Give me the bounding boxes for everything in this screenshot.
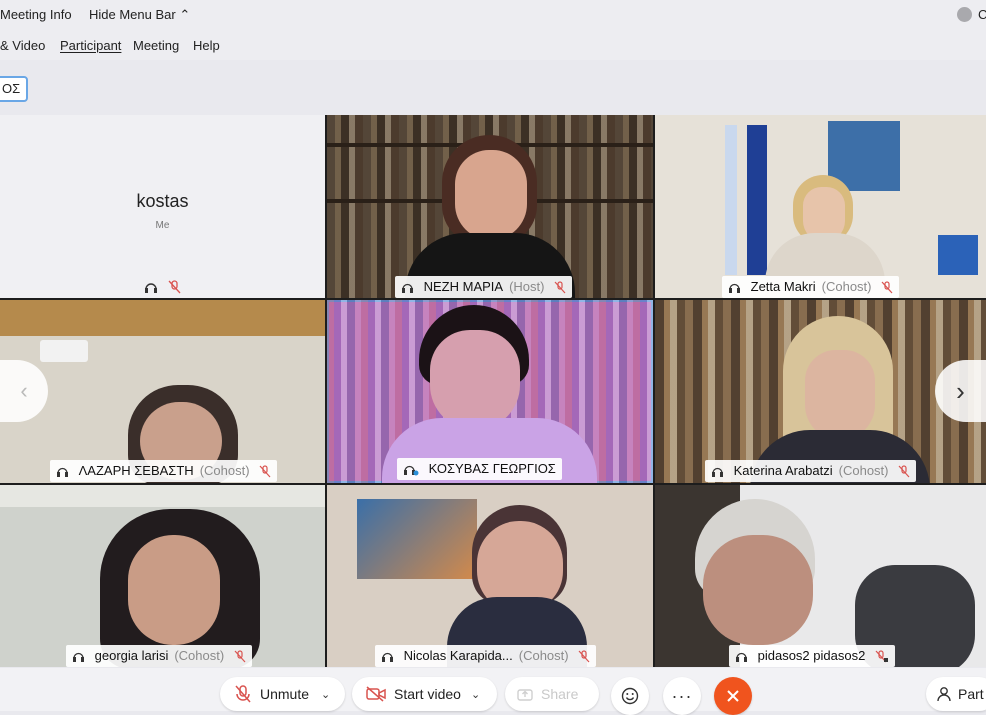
- topbar-right-text: C: [978, 7, 986, 22]
- menu-item-participant[interactable]: Participant: [60, 38, 121, 53]
- chevron-right-icon: ›: [956, 375, 965, 406]
- control-bar: Unmute ⌄ Start video ⌄ Share ··· Part: [0, 668, 986, 715]
- end-meeting-button[interactable]: [714, 677, 752, 715]
- headphones-speaking-icon: [404, 465, 419, 476]
- settings-icon[interactable]: [957, 7, 972, 22]
- participant-name: Zetta Makri: [750, 279, 816, 294]
- name-label-nezi-maria: ΝΕΖΗ ΜΑΡΙΑ (Host): [395, 276, 573, 298]
- flag-eu: [747, 125, 767, 275]
- unmute-label: Unmute: [260, 686, 310, 702]
- participant-role: (Cohost): [174, 648, 225, 663]
- share-icon: [517, 689, 533, 701]
- participant-name: Nicolas Karapida...: [403, 648, 513, 663]
- participant-sub-kostas: Me: [155, 220, 170, 231]
- hide-menu-bar-button[interactable]: Hide Menu Bar ⌃: [89, 7, 190, 23]
- name-label-zetta-makri: Zetta Makri (Cohost): [722, 276, 900, 298]
- chevron-down-icon[interactable]: ⌄: [321, 688, 330, 701]
- headphones-icon: [736, 652, 747, 663]
- tile-zetta-makri[interactable]: Zetta Makri (Cohost): [655, 115, 986, 298]
- start-video-button[interactable]: Start video ⌄: [352, 677, 497, 711]
- participant-role: (Cohost): [838, 463, 889, 478]
- participant-role: (Host): [509, 279, 545, 294]
- mic-muted-icon: [259, 465, 271, 478]
- tile-kostas[interactable]: kostas Me: [0, 115, 325, 298]
- tile-georgia-larisi[interactable]: georgia larisi (Cohost): [0, 485, 325, 667]
- share-button[interactable]: Share: [505, 677, 599, 711]
- video-grid: kostas Me ΝΕΖΗ ΜΑΡΙΑ (Host) Zetta Makri (C…: [0, 115, 986, 667]
- person-icon: [937, 687, 951, 702]
- hide-menu-bar-label: Hide Menu Bar: [89, 7, 176, 22]
- headphones-icon: [729, 283, 740, 294]
- wall: [0, 485, 325, 507]
- headphones-icon: [145, 283, 157, 293]
- headphones-icon: [712, 467, 723, 478]
- chevron-down-icon[interactable]: ⌄: [471, 688, 480, 701]
- mic-muted-icon: [881, 281, 893, 294]
- mic-muted-icon: [168, 280, 181, 294]
- top-bar: Meeting Info Hide Menu Bar ⌃ C: [0, 0, 986, 30]
- smiley-icon: [621, 687, 639, 705]
- name-label-kosyvas-georgios: ΚΟΣΥΒΑΣ ΓΕΩΡΓΙΟΣ: [397, 458, 562, 480]
- name-label-katerina-arabatzi: Katerina Arabatzi (Cohost): [705, 460, 917, 482]
- participant-name: Katerina Arabatzi: [733, 463, 833, 478]
- participant-name: ΛΑΖΑΡΗ ΣΕΒΑΣΤΗ: [78, 463, 194, 478]
- mic-muted-icon: [234, 650, 246, 663]
- tile-lazari-sevasti[interactable]: ΛΑΖΑΡΗ ΣΕΒΑΣΤΗ (Cohost): [0, 300, 325, 483]
- participant-role: (Cohost): [199, 463, 250, 478]
- participant-name: pidasos2 pidasos2: [757, 648, 866, 663]
- name-label-nicolas-karapida: Nicolas Karapida... (Cohost): [375, 645, 597, 667]
- participant-name: ΝΕΖΗ ΜΑΡΙΑ: [423, 279, 504, 294]
- menu-item-meeting[interactable]: Meeting: [133, 38, 179, 53]
- name-label-georgia-larisi: georgia larisi (Cohost): [66, 645, 252, 667]
- blue-binders: [938, 235, 978, 275]
- close-icon: [727, 690, 739, 702]
- participant-face: [455, 150, 527, 240]
- more-options-button[interactable]: ···: [663, 677, 701, 715]
- flag-greece: [725, 125, 737, 275]
- ceiling-wood: [0, 300, 325, 336]
- start-video-label: Start video: [394, 686, 461, 702]
- participants-label: Part: [958, 686, 984, 702]
- participants-button[interactable]: Part: [926, 677, 986, 711]
- headphones-icon: [73, 652, 84, 663]
- tile-nezi-maria[interactable]: ΝΕΖΗ ΜΑΡΙΑ (Host): [327, 115, 653, 298]
- participant-face: [128, 535, 220, 645]
- headphones-icon: [57, 467, 68, 478]
- mic-muted-locked-icon: [875, 650, 888, 663]
- headphones-icon: [402, 283, 413, 294]
- participant-role: (Cohost): [821, 279, 872, 294]
- mic-muted-icon: [235, 685, 251, 703]
- participant-face: [805, 350, 875, 440]
- meeting-info-link[interactable]: Meeting Info: [0, 7, 72, 22]
- tile-kosyvas-georgios[interactable]: ΚΟΣΥΒΑΣ ΓΕΩΡΓΙΟΣ: [327, 300, 653, 483]
- selected-chip[interactable]: ΟΣ: [0, 76, 29, 102]
- share-label: Share: [541, 686, 579, 702]
- wall-painting: [357, 499, 477, 579]
- participant-role: (Cohost): [518, 648, 569, 663]
- unmute-button[interactable]: Unmute ⌄: [220, 677, 345, 711]
- mic-muted-icon: [554, 281, 566, 294]
- participant-name: georgia larisi: [94, 648, 169, 663]
- name-label-lazari-sevasti: ΛΑΖΑΡΗ ΣΕΒΑΣΤΗ (Cohost): [50, 460, 278, 482]
- headphones-icon: [382, 652, 393, 663]
- more-icon: ···: [671, 685, 693, 706]
- name-label-pidasos2: pidasos2 pidasos2: [729, 645, 895, 667]
- video-off-icon: [366, 686, 386, 702]
- chevron-up-icon: ⌃: [179, 7, 191, 22]
- mic-muted-icon: [898, 465, 910, 478]
- participant-face: [430, 330, 520, 430]
- participant-name-kostas: kostas: [136, 191, 189, 211]
- tile-nicolas-karapida[interactable]: Nicolas Karapida... (Cohost): [327, 485, 653, 667]
- menu-bar: & Video Participant Meeting Help: [0, 30, 986, 60]
- menu-item-audio-video[interactable]: & Video: [0, 38, 45, 53]
- air-conditioner: [40, 340, 88, 362]
- participant-face: [703, 535, 813, 645]
- tile-pidasos2[interactable]: pidasos2 pidasos2: [655, 485, 986, 667]
- reactions-button[interactable]: [611, 677, 649, 715]
- chevron-left-icon: ‹: [20, 378, 28, 403]
- mic-muted-icon: [578, 650, 590, 663]
- participant-name: ΚΟΣΥΒΑΣ ΓΕΩΡΓΙΟΣ: [428, 461, 556, 476]
- menu-item-help[interactable]: Help: [193, 38, 220, 53]
